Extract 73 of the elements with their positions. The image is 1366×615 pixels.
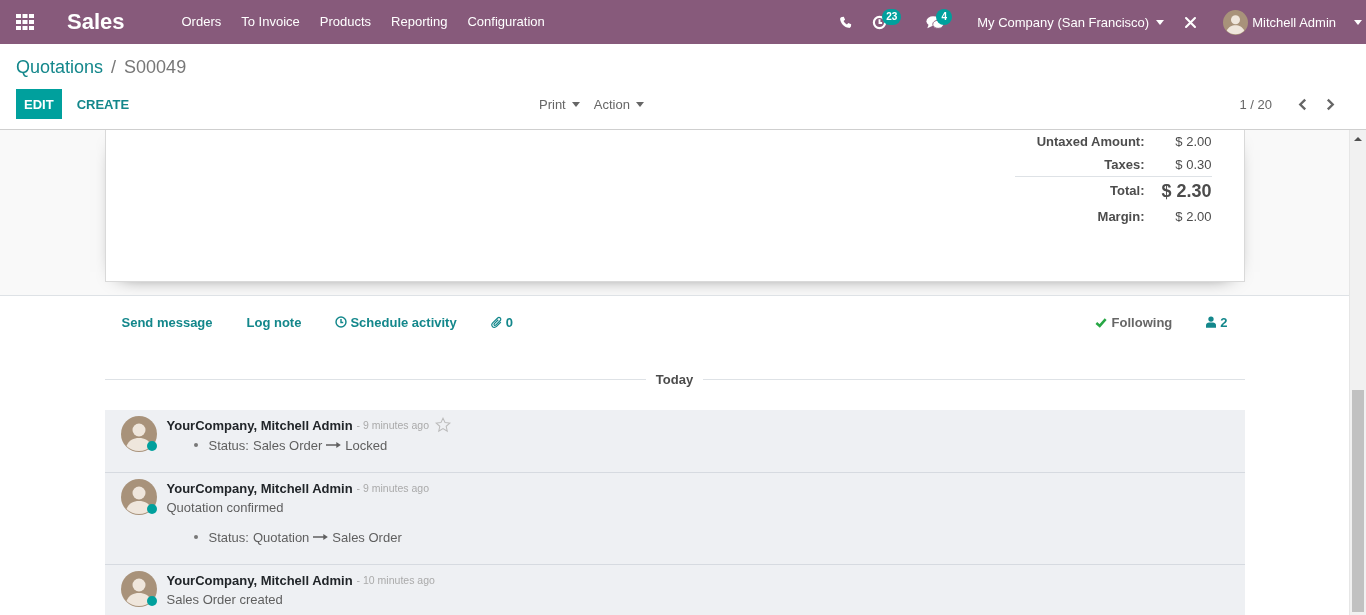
menu-item[interactable]: Orders (171, 0, 232, 44)
total-label: Margin: (1096, 208, 1145, 226)
breadcrumb-current: S00049 (124, 56, 187, 78)
bullet-dot (193, 535, 198, 539)
message-date: - 9 minutes ago (356, 482, 429, 494)
message-author[interactable]: YourCompany, Mitchell Admin (166, 417, 353, 433)
user-avatar-icon (1223, 9, 1249, 35)
bullet-dot (193, 443, 198, 447)
arrow-icon (326, 441, 342, 449)
crossed-tools-icon[interactable] (1184, 15, 1198, 29)
user-avatar-icon (120, 416, 157, 452)
activity-count-badge: 23 (882, 8, 902, 25)
activity-clock-icon[interactable] (872, 14, 888, 30)
total-value: $ 0.30 (1174, 156, 1212, 174)
tracking-field: Status: (208, 437, 249, 453)
caret-icon (571, 101, 580, 107)
message-count-badge: 4 (936, 8, 953, 25)
chatter-action-button[interactable]: Send message (104, 307, 230, 337)
user-avatar-icon (120, 479, 157, 515)
star-icon[interactable] (435, 417, 451, 433)
user-icon (1206, 316, 1217, 328)
user-avatar-icon (120, 571, 157, 607)
tracking-field: Status: (208, 529, 249, 545)
total-label: Untaxed Amount: (1035, 133, 1145, 151)
menu-item[interactable]: Products (309, 0, 382, 44)
create-button[interactable]: CREATE (68, 89, 138, 119)
tracking-new-value: Sales Order (332, 529, 402, 545)
menu-item[interactable]: To Invoice (231, 0, 310, 44)
scroll-up-arrow-icon[interactable] (1354, 137, 1362, 141)
user-menu[interactable]: Mitchell Admin (1223, 9, 1362, 35)
chatter-action-button[interactable]: Log note (229, 307, 319, 337)
message-date: - 9 minutes ago (356, 419, 429, 431)
caret-icon (635, 101, 644, 107)
clock-icon (335, 316, 348, 328)
total-value: $ 2.00 (1174, 208, 1212, 226)
total-label: Taxes: (1103, 156, 1145, 174)
app-name[interactable]: Sales (67, 9, 125, 35)
phone-icon[interactable] (839, 15, 853, 29)
tracking-old-value: Quotation (252, 529, 310, 545)
caret-icon (1354, 19, 1362, 25)
total-value: $ 2.00 (1174, 133, 1212, 151)
message-author[interactable]: YourCompany, Mitchell Admin (166, 480, 353, 496)
dropdown-button[interactable]: Print (539, 89, 580, 119)
apps-menu-icon[interactable] (16, 14, 34, 30)
attachments-button[interactable]: 0 (473, 307, 530, 337)
date-separator: Today (654, 371, 695, 387)
message-body: Sales Order created (166, 591, 284, 609)
schedule-activity-button[interactable]: Schedule activity (318, 307, 474, 337)
scrollbar[interactable] (1349, 130, 1366, 615)
caret-icon (1156, 19, 1165, 25)
total-label: Total: (1014, 176, 1145, 205)
paperclip-icon (490, 315, 503, 329)
total-value: $ 2.30 (1144, 176, 1212, 205)
tracking-new-value: Locked (345, 437, 388, 453)
menu-item[interactable]: Reporting (381, 0, 458, 44)
pager-value[interactable]: 1 / 20 (1239, 96, 1272, 112)
company-switcher[interactable]: My Company (San Francisco) (977, 14, 1165, 30)
scrollbar-thumb[interactable] (1352, 390, 1364, 612)
message-author[interactable]: YourCompany, Mitchell Admin (166, 572, 353, 588)
edit-button[interactable]: EDIT (16, 89, 62, 119)
followers-button[interactable]: 2 (1189, 307, 1245, 337)
breadcrumb-link[interactable]: Quotations (16, 56, 104, 78)
dropdown-button[interactable]: Action (593, 89, 644, 119)
message-date: - 10 minutes ago (356, 574, 435, 586)
tracking-old-value: Sales Order (252, 437, 323, 453)
following-button[interactable]: Following (1077, 307, 1190, 337)
menu-item[interactable]: Configuration (457, 0, 555, 44)
check-icon (1094, 316, 1107, 328)
arrow-icon (313, 533, 329, 541)
breadcrumb-separator: / (111, 56, 117, 78)
message-body: Quotation confirmed (166, 499, 285, 517)
chevron-left-icon (1297, 97, 1307, 111)
chevron-right-icon (1325, 97, 1335, 111)
